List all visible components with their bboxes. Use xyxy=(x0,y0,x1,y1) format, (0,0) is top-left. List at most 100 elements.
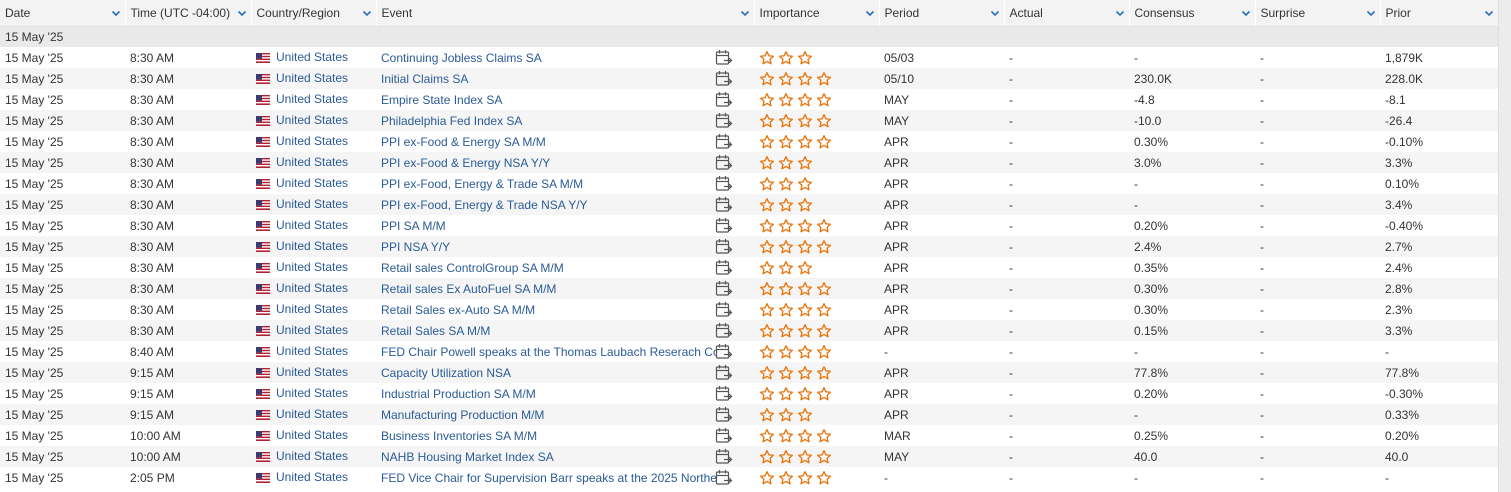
column-header-country[interactable]: Country/Region xyxy=(251,0,377,27)
table-row[interactable]: 15 May '25 8:40 AM United States FED Chair … xyxy=(0,341,1498,362)
country-link[interactable]: United States xyxy=(276,407,348,421)
add-to-calendar-icon[interactable] xyxy=(715,259,733,278)
event-link[interactable]: Retail sales Ex AutoFuel SA M/M xyxy=(381,282,717,296)
event-link[interactable]: PPI ex-Food, Energy & Trade SA M/M xyxy=(381,177,717,191)
event-link[interactable]: PPI SA M/M xyxy=(381,219,717,233)
add-to-calendar-icon[interactable] xyxy=(715,70,733,89)
column-header-time[interactable]: Time (UTC -04:00) xyxy=(125,0,252,27)
event-link[interactable]: Manufacturing Production M/M xyxy=(381,408,717,422)
add-to-calendar-icon[interactable] xyxy=(715,343,733,362)
country-link[interactable]: United States xyxy=(276,323,348,337)
table-row[interactable]: 15 May '25 8:30 AM United States PPI NSA Y/… xyxy=(0,236,1498,257)
country-link[interactable]: United States xyxy=(276,50,348,64)
country-link[interactable]: United States xyxy=(276,344,348,358)
country-link[interactable]: United States xyxy=(276,134,348,148)
table-row[interactable]: 15 May '25 8:30 AM United States PPI SA M/M… xyxy=(0,215,1498,236)
add-to-calendar-icon[interactable] xyxy=(715,322,733,341)
country-link[interactable]: United States xyxy=(276,281,348,295)
country-link[interactable]: United States xyxy=(276,197,348,211)
add-to-calendar-icon[interactable] xyxy=(715,196,733,215)
add-to-calendar-icon[interactable] xyxy=(715,406,733,425)
table-row[interactable]: 15 May '25 8:30 AM United States PPI ex-Foo… xyxy=(0,152,1498,173)
add-to-calendar-icon[interactable] xyxy=(715,364,733,383)
add-to-calendar-icon[interactable] xyxy=(715,112,733,131)
add-to-calendar-icon[interactable] xyxy=(715,154,733,173)
column-header-consensus[interactable]: Consensus xyxy=(1129,0,1256,27)
event-link[interactable]: FED Chair Powell speaks at the Thomas La… xyxy=(381,345,717,359)
event-link[interactable]: Philadelphia Fed Index SA xyxy=(381,114,717,128)
column-header-event[interactable]: Event xyxy=(376,0,755,27)
add-to-calendar-icon[interactable] xyxy=(715,217,733,236)
table-row[interactable]: 15 May '25 8:30 AM United States PPI ex-Foo… xyxy=(0,173,1498,194)
chevron-down-icon[interactable] xyxy=(236,7,248,19)
column-header-date[interactable]: Date xyxy=(0,0,126,27)
table-row[interactable]: 15 May '25 9:15 AM United States Industrial… xyxy=(0,383,1498,404)
country-link[interactable]: United States xyxy=(276,260,348,274)
column-header-importance[interactable]: Importance xyxy=(754,0,880,27)
event-link[interactable]: FED Vice Chair for Supervision Barr spea… xyxy=(381,471,717,485)
event-link[interactable]: Business Inventories SA M/M xyxy=(381,429,717,443)
add-to-calendar-icon[interactable] xyxy=(715,175,733,194)
chevron-down-icon[interactable] xyxy=(1114,7,1126,19)
chevron-down-icon[interactable] xyxy=(361,7,373,19)
add-to-calendar-icon[interactable] xyxy=(715,385,733,404)
table-row[interactable]: 15 May '25 9:15 AM United States Capacity U… xyxy=(0,362,1498,383)
add-to-calendar-icon[interactable] xyxy=(715,280,733,299)
table-row[interactable]: 15 May '25 8:30 AM United States PPI ex-Foo… xyxy=(0,194,1498,215)
country-link[interactable]: United States xyxy=(276,71,348,85)
add-to-calendar-icon[interactable] xyxy=(715,49,733,68)
event-link[interactable]: PPI ex-Food & Energy NSA Y/Y xyxy=(381,156,717,170)
add-to-calendar-icon[interactable] xyxy=(715,448,733,467)
add-to-calendar-icon[interactable] xyxy=(715,301,733,320)
table-row[interactable]: 15 May '25 10:00 AM United States NAHB Hous… xyxy=(0,446,1498,467)
table-row[interactable]: 15 May '25 8:30 AM United States PPI ex-Foo… xyxy=(0,131,1498,152)
chevron-down-icon[interactable] xyxy=(739,7,751,19)
table-row[interactable]: 15 May '25 8:30 AM United States Philadelph… xyxy=(0,110,1498,131)
table-row[interactable]: 15 May '25 8:30 AM United States Empire Sta… xyxy=(0,89,1498,110)
chevron-down-icon[interactable] xyxy=(989,7,1001,19)
event-link[interactable]: Retail Sales ex-Auto SA M/M xyxy=(381,303,717,317)
event-link[interactable]: Retail sales ControlGroup SA M/M xyxy=(381,261,717,275)
event-link[interactable]: PPI NSA Y/Y xyxy=(381,240,717,254)
event-link[interactable]: Retail Sales SA M/M xyxy=(381,324,717,338)
event-link[interactable]: NAHB Housing Market Index SA xyxy=(381,450,717,464)
vertical-scrollbar[interactable] xyxy=(1498,0,1511,492)
table-row[interactable]: 15 May '25 10:00 AM United States Business … xyxy=(0,425,1498,446)
country-link[interactable]: United States xyxy=(276,113,348,127)
country-link[interactable]: United States xyxy=(276,428,348,442)
chevron-down-icon[interactable] xyxy=(110,7,122,19)
add-to-calendar-icon[interactable] xyxy=(715,238,733,257)
table-row[interactable]: 15 May '25 2:05 PM United States FED Vice C… xyxy=(0,467,1498,488)
column-header-prior[interactable]: Prior xyxy=(1380,0,1499,27)
add-to-calendar-icon[interactable] xyxy=(715,133,733,152)
event-link[interactable]: Continuing Jobless Claims SA xyxy=(381,51,717,65)
table-row[interactable]: 15 May '25 8:30 AM United States Initial Cl… xyxy=(0,68,1498,89)
chevron-down-icon[interactable] xyxy=(864,7,876,19)
event-link[interactable]: PPI ex-Food & Energy SA M/M xyxy=(381,135,717,149)
event-link[interactable]: PPI ex-Food, Energy & Trade NSA Y/Y xyxy=(381,198,717,212)
chevron-down-icon[interactable] xyxy=(1483,7,1495,19)
table-row[interactable]: 15 May '25 8:30 AM United States Retail Sal… xyxy=(0,299,1498,320)
country-link[interactable]: United States xyxy=(276,92,348,106)
column-header-surprise[interactable]: Surprise xyxy=(1255,0,1381,27)
country-link[interactable]: United States xyxy=(276,218,348,232)
chevron-down-icon[interactable] xyxy=(1240,7,1252,19)
add-to-calendar-icon[interactable] xyxy=(715,91,733,110)
country-link[interactable]: United States xyxy=(276,449,348,463)
add-to-calendar-icon[interactable] xyxy=(715,427,733,446)
country-link[interactable]: United States xyxy=(276,155,348,169)
country-link[interactable]: United States xyxy=(276,176,348,190)
date-group-row[interactable]: 15 May '25 xyxy=(0,26,1498,47)
country-link[interactable]: United States xyxy=(276,386,348,400)
event-link[interactable]: Industrial Production SA M/M xyxy=(381,387,717,401)
table-row[interactable]: 15 May '25 8:30 AM United States Retail sal… xyxy=(0,278,1498,299)
add-to-calendar-icon[interactable] xyxy=(715,469,733,488)
event-link[interactable]: Capacity Utilization NSA xyxy=(381,366,717,380)
table-row[interactable]: 15 May '25 8:30 AM United States Continuing… xyxy=(0,47,1498,68)
event-link[interactable]: Initial Claims SA xyxy=(381,72,717,86)
table-row[interactable]: 15 May '25 8:30 AM United States Retail Sal… xyxy=(0,320,1498,341)
country-link[interactable]: United States xyxy=(276,365,348,379)
country-link[interactable]: United States xyxy=(276,239,348,253)
chevron-down-icon[interactable] xyxy=(1365,7,1377,19)
column-header-period[interactable]: Period xyxy=(879,0,1005,27)
